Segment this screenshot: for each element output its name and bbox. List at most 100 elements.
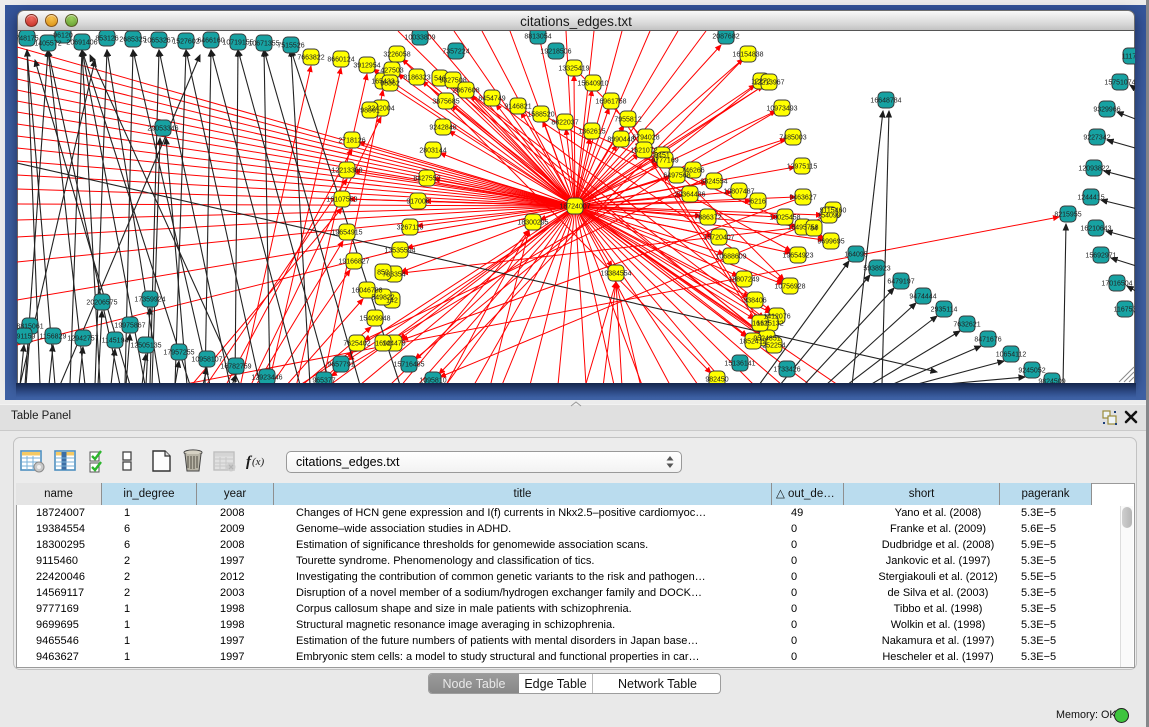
svg-text:9245052: 9245052 [1018,368,1045,375]
svg-text:8186323: 8186323 [403,75,430,82]
svg-text:19218506: 19218506 [540,49,571,56]
svg-text:16210643: 16210643 [1080,226,1111,233]
svg-text:20691406: 20691406 [66,40,97,47]
svg-text:391159: 391159 [17,334,36,341]
svg-text:1412076: 1412076 [763,314,790,321]
svg-text:20364436: 20364436 [674,192,705,199]
svg-text:19654915: 19654915 [331,230,362,237]
svg-text:7357224: 7357224 [442,49,469,56]
svg-text:7515526: 7515526 [277,43,304,50]
svg-text:1244415: 1244415 [1077,195,1104,202]
svg-text:1362615: 1362615 [578,129,605,136]
svg-text:16107553: 16107553 [326,197,357,204]
svg-text:154099: 154099 [817,213,840,220]
svg-text:19975867: 19975867 [114,323,145,330]
svg-text:10688609: 10688609 [715,254,746,261]
svg-text:7485003: 7485003 [779,135,806,142]
svg-text:96120: 96120 [53,33,73,40]
svg-text:2718126: 2718126 [338,138,365,145]
svg-text:549822: 549822 [371,295,394,302]
svg-text:1588520: 1588520 [527,112,554,119]
svg-text:917006: 917006 [406,199,429,206]
svg-text:1145194: 1145194 [102,338,129,345]
svg-text:10671355: 10671355 [248,41,279,48]
svg-text:1692: 1692 [375,341,391,348]
svg-text:6479197: 6479197 [887,279,914,286]
svg-text:11174: 11174 [1122,54,1135,61]
svg-text:6466160: 6466160 [197,38,224,45]
svg-text:13325419: 13325419 [558,66,589,73]
svg-text:15136141: 15136141 [724,361,755,368]
svg-text:19384554: 19384554 [600,271,631,278]
svg-text:1156829: 1156829 [40,334,67,341]
svg-text:16961758: 16961758 [595,99,626,106]
svg-text:3824554: 3824554 [700,179,727,186]
svg-text:2867608: 2867608 [452,88,479,95]
svg-text:853126: 853126 [95,36,118,43]
svg-text:15409948: 15409948 [359,316,390,323]
svg-text:9657791: 9657791 [327,362,354,369]
svg-text:18724007: 18724007 [559,204,590,211]
svg-text:427503: 427503 [380,68,403,75]
svg-text:164095: 164095 [844,252,867,259]
svg-text:12093822: 12093822 [1078,166,1109,173]
svg-text:12942757: 12942757 [67,336,98,343]
svg-text:12975115: 12975115 [787,164,818,171]
svg-text:3875685: 3875685 [432,99,459,106]
svg-text:8813054: 8813054 [524,34,551,41]
svg-text:9146821: 9146821 [504,104,531,111]
svg-text:15692971: 15692971 [1085,253,1116,260]
svg-text:8427552: 8427552 [413,176,440,183]
svg-text:98361: 98361 [360,108,380,115]
svg-text:8990448: 8990448 [607,137,634,144]
svg-text:5938923: 5938923 [863,266,890,273]
svg-text:19166827: 19166827 [338,259,369,266]
svg-text:9242848: 9242848 [429,125,456,132]
svg-text:3267110: 3267110 [397,225,424,232]
svg-text:7625402: 7625402 [343,341,370,348]
svg-text:3226058: 3226058 [383,52,410,59]
svg-text:8815061: 8815061 [17,324,44,331]
svg-text:1405572: 1405572 [34,41,61,48]
svg-text:10654112: 10654112 [996,352,1027,359]
svg-text:98362: 98362 [380,81,400,88]
svg-text:17957255: 17957255 [163,350,194,357]
svg-text:10973493: 10973493 [766,106,797,113]
svg-text:1733426: 1733426 [773,367,800,374]
svg-text:10025458: 10025458 [769,215,800,222]
svg-text:9777169: 9777169 [651,158,678,165]
svg-text:15640910: 15640910 [577,81,608,88]
svg-text:938406: 938406 [743,298,766,305]
svg-text:8454749: 8454749 [478,96,505,103]
svg-text:1852419: 1852419 [739,339,766,346]
svg-text:9474444: 9474444 [909,294,936,301]
svg-text:20206575: 20206575 [86,300,117,307]
svg-text:6794028: 6794028 [632,135,659,142]
svg-text:16648784: 16648784 [870,98,901,105]
svg-text:19654923: 19654923 [782,253,813,260]
svg-text:6497568: 6497568 [663,173,690,180]
svg-text:8471676: 8471676 [974,337,1001,344]
svg-text:12923446: 12923446 [251,375,282,382]
svg-text:7955812: 7955812 [614,117,641,124]
svg-text:2935114: 2935114 [931,307,958,314]
svg-text:7886372: 7886372 [694,215,721,222]
svg-text:852: 852 [377,270,389,277]
svg-text:9463627: 9463627 [789,195,816,202]
svg-text:10958107: 10958107 [191,357,222,364]
svg-text:84: 84 [810,226,818,233]
svg-text:8215955: 8215955 [1054,212,1081,219]
svg-text:116753: 116753 [1114,307,1135,314]
svg-text:8822037: 8822037 [551,120,578,127]
svg-text:10653267: 10653267 [143,38,174,45]
svg-text:16154838: 16154838 [732,52,763,59]
svg-text:1527602: 1527602 [172,39,199,46]
svg-text:10756928: 10756928 [774,284,805,291]
svg-text:6216: 6216 [750,199,766,206]
svg-text:10033809: 10033809 [404,35,435,42]
svg-text:10807487: 10807487 [723,189,754,196]
svg-text:12213369: 12213369 [331,168,362,175]
svg-text:17016504: 17016504 [1101,281,1132,288]
svg-text:15751074: 15751074 [1104,80,1135,87]
svg-text:1612: 1612 [752,321,768,328]
